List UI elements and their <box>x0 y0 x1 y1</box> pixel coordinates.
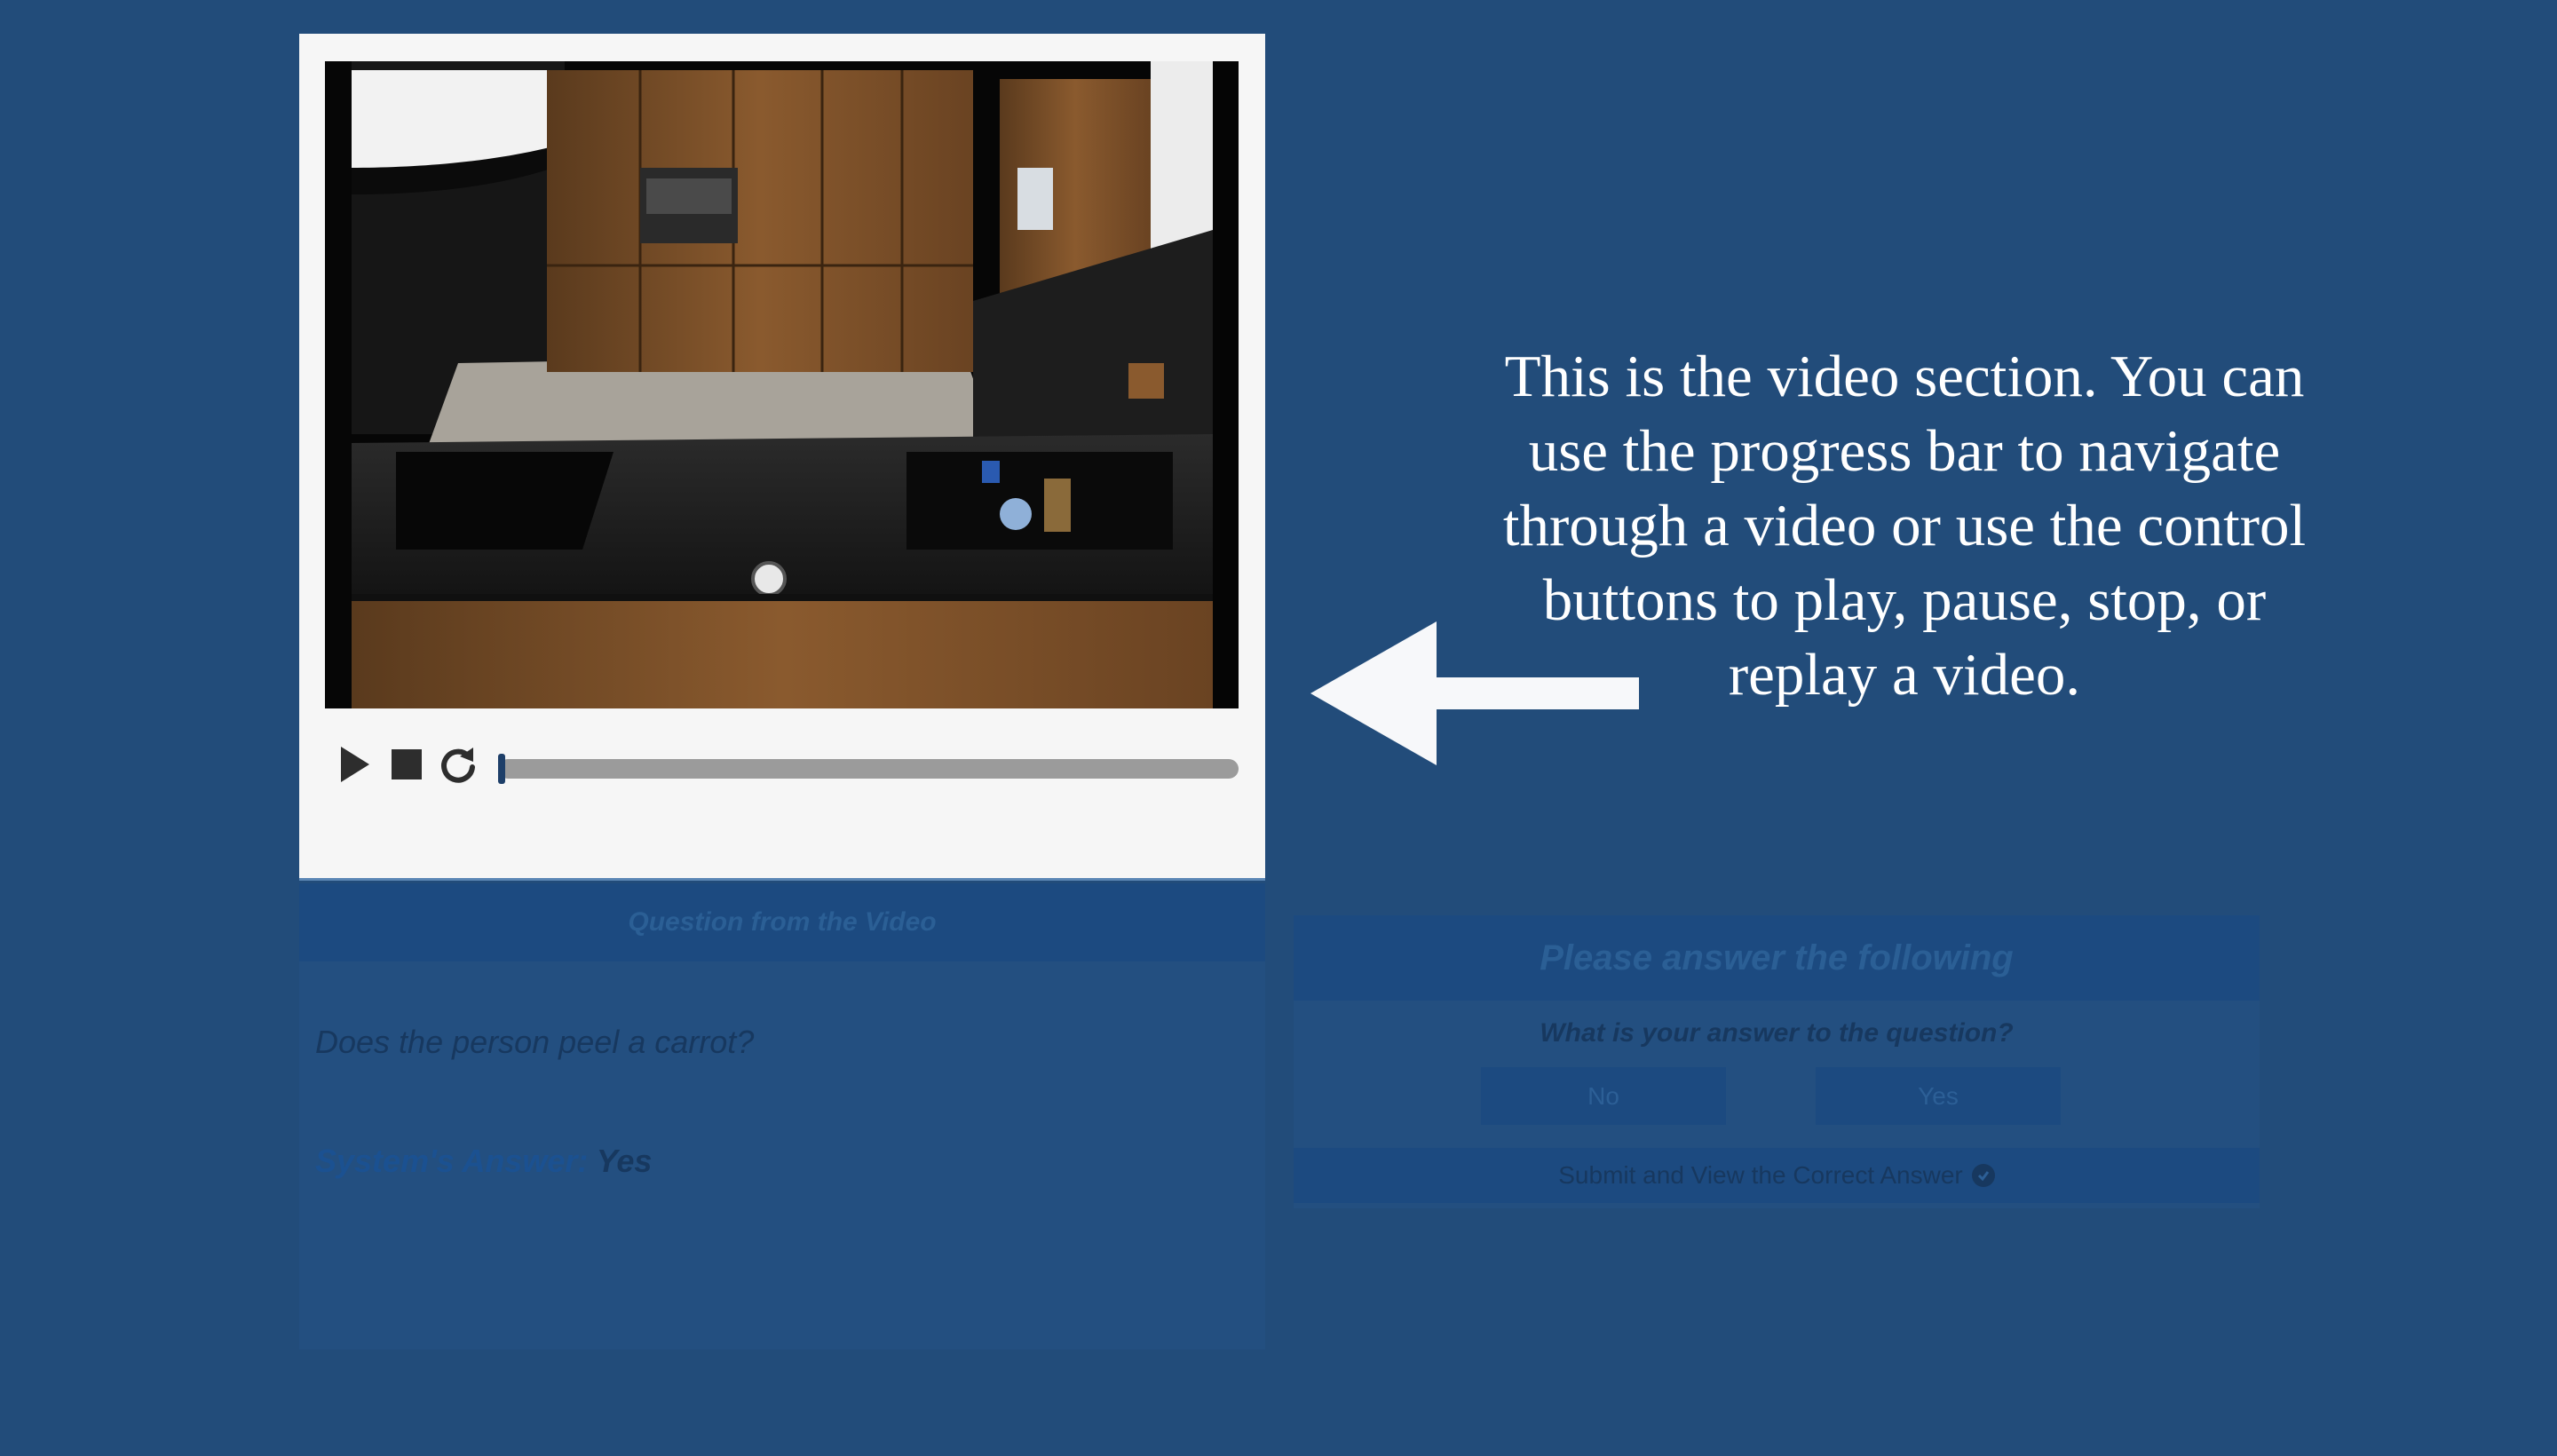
video-question: Does the person peel a carrot? <box>315 1024 755 1060</box>
play-icon <box>341 747 369 782</box>
system-answer-label: System's Answer: <box>315 1143 589 1179</box>
video-panel <box>299 34 1265 881</box>
replay-button[interactable] <box>438 744 479 785</box>
answer-panel-header: Please answer the following <box>1294 915 2260 1001</box>
answer-yes-button[interactable]: Yes <box>1816 1067 2061 1125</box>
arrow-left-icon <box>1310 621 1639 765</box>
video-controls <box>335 742 1239 787</box>
answer-panel: Please answer the following What is your… <box>1294 915 2260 1208</box>
question-panel: Question from the Video Does the person … <box>299 883 1265 1349</box>
system-answer: System's Answer: Yes <box>315 1143 652 1180</box>
submit-label: Submit and View the Correct Answer <box>1558 1161 1963 1189</box>
stop-icon <box>392 749 422 779</box>
video-player[interactable] <box>325 61 1239 708</box>
replay-icon <box>441 748 475 783</box>
video-frame-kitchen <box>325 61 1239 708</box>
check-circle-icon <box>1971 1164 1995 1187</box>
progress-handle[interactable] <box>498 754 505 784</box>
stop-button[interactable] <box>386 744 427 785</box>
system-answer-value: Yes <box>596 1143 653 1179</box>
progress-bar[interactable] <box>498 754 1239 784</box>
play-button[interactable] <box>335 744 376 785</box>
question-panel-header: Question from the Video <box>299 883 1265 961</box>
answer-prompt: What is your answer to the question? <box>1540 1018 2014 1048</box>
answer-no-button[interactable]: No <box>1481 1067 1726 1125</box>
submit-button[interactable]: Submit and View the Correct Answer <box>1294 1148 2260 1203</box>
